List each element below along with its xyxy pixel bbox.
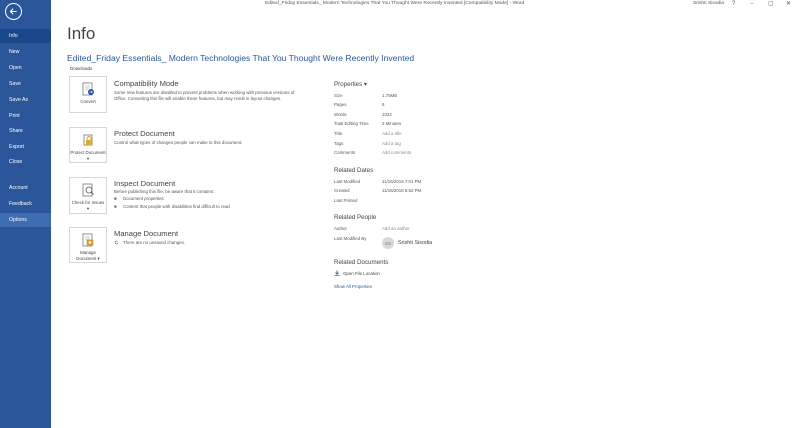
tags-field[interactable]: Add a tag [382, 141, 401, 146]
property-label: Last Printed [334, 198, 358, 203]
help-button[interactable]: ? [732, 0, 735, 8]
convert-button-label: Convert [80, 99, 96, 104]
compatibility-mode-title: Compatibility Mode [114, 79, 179, 88]
compatibility-mode-description: Some new features are disabled to preven… [114, 90, 295, 101]
property-value: 1022 [382, 112, 392, 117]
inspect-icon [82, 183, 94, 197]
manage-document-button-label: Manage Document ▾ [76, 250, 100, 261]
window-title: Edited_Friday Essentials_ Modern Technol… [265, 1, 525, 6]
property-value: 6 [382, 102, 385, 107]
related-people-heading: Related People [334, 214, 377, 221]
protect-document-button-label: Protect Document ▾ [70, 150, 106, 161]
back-button[interactable] [5, 3, 22, 20]
last-modified-value: 11/16/2018 7:01 PM [382, 179, 422, 184]
sidebar-item-options[interactable]: Options [0, 213, 51, 227]
property-label: Tags [334, 141, 344, 146]
manage-document-button[interactable]: Manage Document ▾ [69, 227, 107, 263]
property-label: Created [334, 188, 350, 193]
sidebar-item-close[interactable]: Close [0, 155, 51, 169]
comments-field[interactable]: Add comments [382, 150, 411, 155]
sidebar-item-share[interactable]: Share [0, 124, 51, 138]
author-field[interactable]: Add an author [382, 226, 410, 231]
open-file-location-label: Open File Location [343, 270, 380, 276]
manage-document-icon [82, 233, 94, 247]
property-label: Title [334, 131, 343, 136]
manage-document-title: Manage Document [114, 229, 179, 238]
properties-dropdown[interactable]: Properties ▾ [334, 81, 367, 88]
convert-button[interactable]: Convert [69, 76, 107, 113]
title-field[interactable]: Add a title [382, 131, 402, 136]
sidebar-item-open[interactable]: Open [0, 61, 51, 75]
property-value: 2 Minutes [382, 121, 402, 126]
property-label: Total Editing Time [334, 121, 369, 126]
protect-document-title: Protect Document [114, 129, 175, 138]
property-label: Pages [334, 102, 347, 107]
property-label: Words [334, 112, 347, 117]
property-label: Author [334, 226, 347, 231]
title-bar: Edited_Friday Essentials_ Modern Technol… [51, 0, 800, 9]
close-window-button[interactable]: ✕ [786, 0, 791, 8]
inspect-document-description: Before publishing this file, be aware th… [114, 189, 215, 194]
minimize-button[interactable]: − [750, 0, 754, 8]
file-title: Edited_Friday Essentials_ Modern Technol… [67, 53, 415, 63]
avatar[interactable]: SS [382, 237, 394, 249]
back-arrow-icon [9, 8, 17, 15]
show-all-properties-link[interactable]: Show All Properties [334, 284, 372, 289]
sidebar-item-account[interactable]: Account [0, 181, 51, 195]
property-label: Size [334, 93, 343, 98]
file-location[interactable]: Downloads [70, 66, 92, 71]
sidebar-item-print[interactable]: Print [0, 109, 51, 123]
sidebar-item-export[interactable]: Export [0, 140, 51, 154]
created-value: 11/16/2018 6:52 PM [382, 188, 422, 193]
lock-icon [83, 134, 93, 146]
restore-button[interactable]: ▢ [768, 0, 774, 8]
related-documents-heading: Related Documents [334, 259, 389, 266]
page-title: Info [67, 24, 96, 43]
sidebar-item-feedback[interactable]: Feedback [0, 197, 51, 211]
inspect-issue-item: ■ Content that people with disabilities f… [114, 204, 230, 209]
signed-in-user[interactable]: Srishti Sisodia [693, 1, 724, 6]
bullet-square-icon: ■ [114, 196, 117, 201]
protect-document-description: Control what types of changes people can… [114, 140, 243, 145]
folder-arrow-icon [334, 270, 340, 276]
sidebar-item-save[interactable]: Save [0, 77, 51, 91]
refresh-icon [114, 240, 119, 245]
property-value: 1.75MB [382, 93, 398, 98]
inspect-issue-item: ■ Document properties [114, 196, 164, 201]
check-for-issues-button[interactable]: Check for Issues ▾ [69, 177, 107, 214]
last-modified-by-name[interactable]: Srishti Sisodia [398, 240, 432, 246]
sidebar-item-info[interactable]: Info [0, 29, 51, 43]
convert-icon [82, 82, 94, 96]
sidebar-item-new[interactable]: New [0, 45, 51, 59]
related-dates-heading: Related Dates [334, 167, 374, 174]
property-label: Comments [334, 150, 356, 155]
protect-document-button[interactable]: Protect Document ▾ [69, 127, 107, 163]
inspect-document-title: Inspect Document [114, 179, 176, 188]
open-file-location-button[interactable]: Open File Location [334, 270, 380, 276]
sidebar-item-save-as[interactable]: Save As [0, 93, 51, 107]
check-for-issues-button-label: Check for Issues ▾ [71, 200, 105, 211]
property-label: Last Modified By [334, 236, 367, 241]
property-label: Last Modified [334, 179, 361, 184]
bullet-square-icon: ■ [114, 204, 117, 209]
unsaved-changes-status: There are no unsaved changes. [114, 240, 185, 245]
backstage-sidebar: Info New Open Save Save As Print Share E… [0, 0, 51, 428]
